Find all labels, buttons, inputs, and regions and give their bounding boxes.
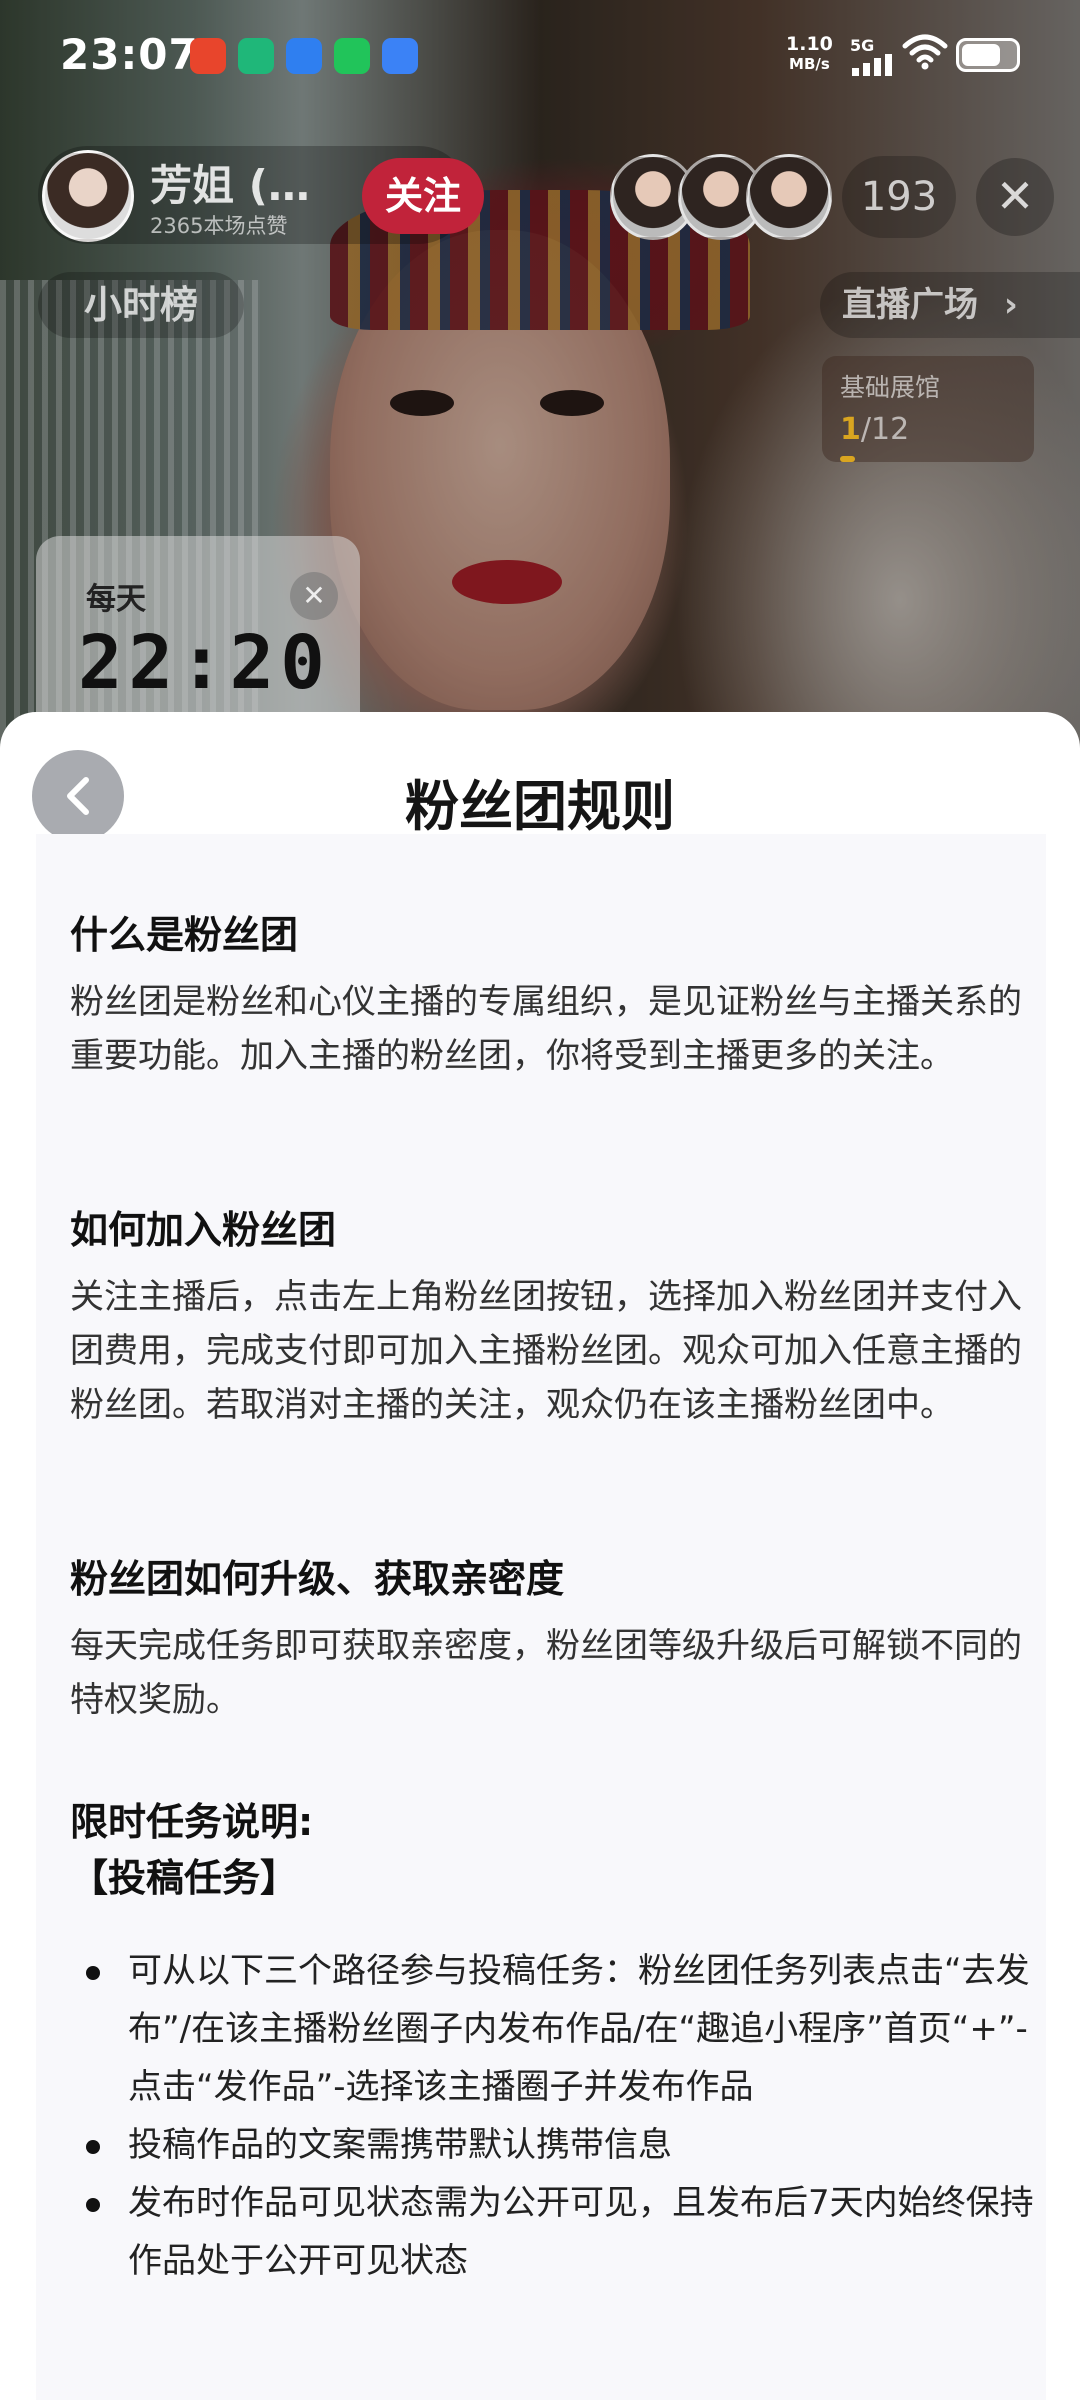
network-speed-unit: MB/s [789,55,830,73]
exhibit-progress-bar [840,456,855,462]
section-body: 每天完成任务即可获取亲密度，粉丝团等级升级后可解锁不同的特权奖励。 [70,1626,1022,1720]
section-body: 粉丝团是粉丝和心仪主播的专属组织，是见证粉丝与主播关系的重要功能。加入主播的粉丝… [70,982,1022,1076]
exhibit-total: /12 [860,412,910,447]
battery-icon [956,38,1020,72]
section-body: 关注主播后，点击左上角粉丝团按钮，选择加入粉丝团并支付入团费用，完成支付即可加入… [70,1277,1022,1425]
list-item: 发布时作品可见状态需为公开可见，且发布后7天内始终保持作品处于公开可见状态 [70,2174,1050,2290]
section-upgrade: 粉丝团如何升级、获取亲密度 每天完成任务即可获取亲密度，粉丝团等级升级后可解锁不… [70,1548,1050,1727]
hour-rank-button[interactable]: 小时榜 [38,272,244,338]
exhibit-progress: 1/12 [840,412,909,447]
section-limited-tasks: 限时任务说明: 【投稿任务】 可从以下三个路径参与投稿任务：粉丝团任务列表点击“… [70,1794,1050,2290]
list-item: 可从以下三个路径参与投稿任务：粉丝团任务列表点击“去发布”/在该主播粉丝圈子内发… [70,1942,1050,2116]
section-heading: 什么是粉丝团 [70,913,299,957]
timer-value: 22:20 [78,620,331,706]
rules-content: 什么是粉丝团 粉丝团是粉丝和心仪主播的专属组织，是见证粉丝与主播关系的重要功能。… [36,834,1046,2400]
host-avatar[interactable] [42,150,134,242]
viewer-avatar[interactable] [746,154,832,240]
section-heading: 粉丝团如何升级、获取亲密度 [70,1557,565,1601]
task-heading: 【投稿任务】 [70,1856,299,1900]
timer-close-button[interactable]: ✕ [290,572,338,620]
app-red-icon [190,38,226,74]
status-bar: 23:07 1.10 MB/s 5G [0,0,1080,110]
network-speed-value: 1.10 [786,33,833,55]
exhibit-title: 基础展馆 [840,373,941,402]
sheet-title: 粉丝团规则 [405,775,675,838]
timer-label: 每天 [86,582,146,617]
status-app-icons [190,38,418,74]
limited-heading: 限时任务说明: [70,1800,314,1844]
app-blue-note-icon [382,38,418,74]
list-item: 投稿作品的文案需携带默认携带信息 [70,2116,1050,2174]
chevron-right-icon: › [1003,285,1018,325]
task-list: 可从以下三个路径参与投稿任务：粉丝团任务列表点击“去发布”/在该主播粉丝圈子内发… [70,1942,1050,2290]
exhibit-current: 1 [840,412,861,447]
section-what: 什么是粉丝团 粉丝团是粉丝和心仪主播的专属组织，是见证粉丝与主播关系的重要功能。… [70,904,1050,1083]
live-plaza-label: 直播广场 [842,285,978,325]
fan-club-rules-sheet: 粉丝团规则 什么是粉丝团 粉丝团是粉丝和心仪主播的专属组织，是见证粉丝与主播关系… [0,712,1080,2400]
viewer-count[interactable]: 193 [842,156,956,238]
section-heading: 如何加入粉丝团 [70,1208,337,1252]
status-time: 23:07 [60,30,199,79]
host-name[interactable]: 芳姐 (… [150,152,310,213]
section-join: 如何加入粉丝团 关注主播后，点击左上角粉丝团按钮，选择加入粉丝团并支付入团费用，… [70,1199,1050,1432]
viewer-avatars[interactable] [610,154,832,240]
network-speed: 1.10 MB/s [786,34,833,74]
signal-icon [852,54,892,76]
live-plaza-button[interactable]: 直播广场 › [820,272,1080,338]
wifi-icon [902,34,948,70]
app-phone-icon [334,38,370,74]
follow-button[interactable]: 关注 [362,158,484,234]
close-live-button[interactable]: ✕ [976,158,1054,236]
app-blue-icon [286,38,322,74]
host-likes: 2365本场点赞 [150,214,288,238]
app-green-shield-icon [238,38,274,74]
network-type: 5G [850,36,875,55]
